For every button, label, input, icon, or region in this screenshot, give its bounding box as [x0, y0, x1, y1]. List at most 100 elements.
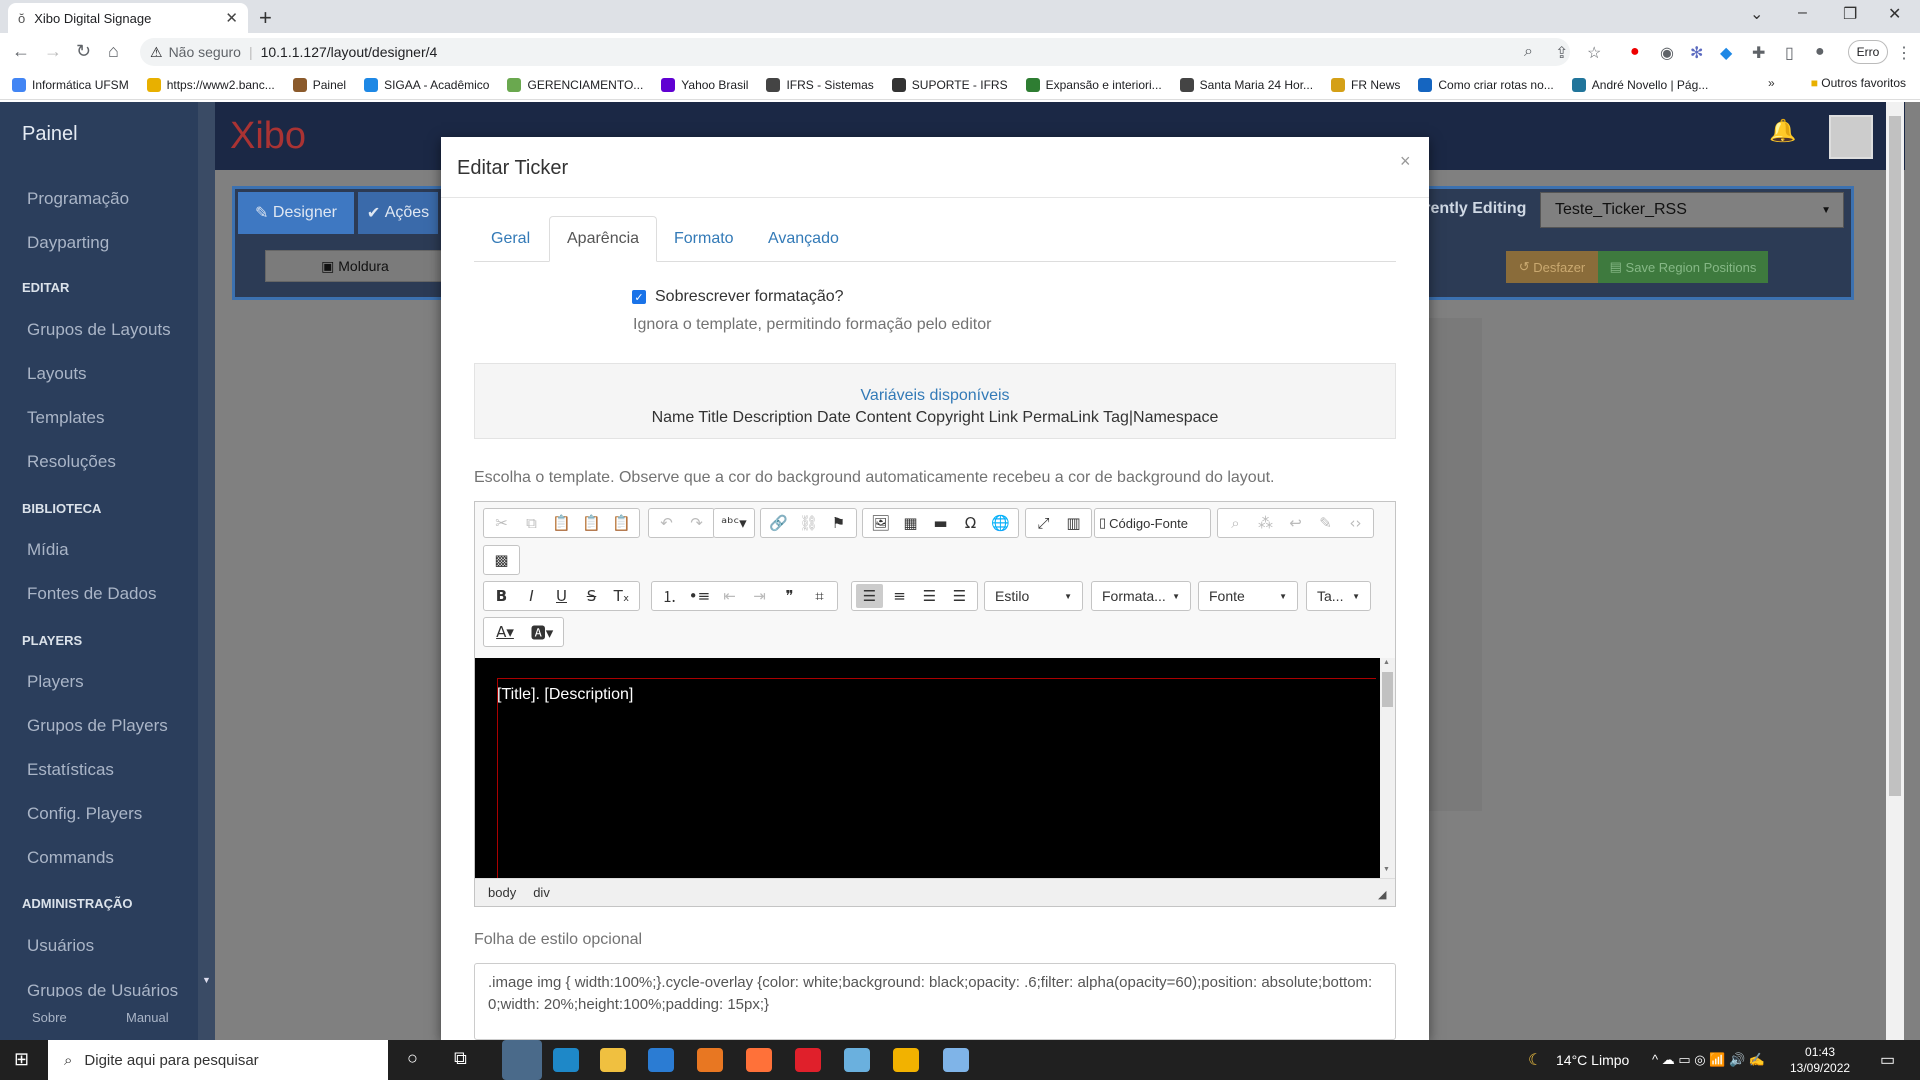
maximize-icon[interactable]: ⤢ [1030, 511, 1057, 535]
bookmark-item[interactable]: Como criar rotas no... [1418, 77, 1554, 92]
bullet-list-icon[interactable]: •≡ [686, 584, 713, 608]
bookmark-item[interactable]: SIGAA - Acadêmico [364, 77, 489, 92]
new-tab-icon[interactable]: + [259, 5, 272, 31]
paste-icon[interactable]: 📋 [548, 511, 575, 535]
scroll-down-icon[interactable]: ▼ [1383, 866, 1390, 873]
taskbar-search[interactable]: ⌕ Digite aqui para pesquisar [48, 1040, 388, 1080]
virtualbox-taskbar-icon[interactable] [844, 1048, 870, 1072]
bookmark-item[interactable]: Painel [292, 77, 346, 92]
cortana-icon[interactable]: ○ [407, 1048, 418, 1069]
layout-select[interactable]: Teste_Ticker_RSS ▼ [1540, 192, 1844, 228]
media-taskbar-icon[interactable] [697, 1048, 723, 1072]
firefox-taskbar-icon[interactable] [746, 1048, 772, 1072]
close-tab-icon[interactable]: ✕ [225, 9, 238, 27]
store-taskbar-icon[interactable] [648, 1048, 674, 1072]
tab-geral[interactable]: Geral [474, 216, 547, 262]
bookmark-item[interactable]: Yahoo Brasil [661, 77, 748, 92]
sidebar-item[interactable]: Mídia [27, 540, 69, 560]
align-center-icon[interactable]: ≡ [886, 584, 913, 608]
user-avatar[interactable] [1829, 115, 1873, 159]
editor-content-text[interactable]: [Title]. [Description] [497, 686, 633, 704]
bookmark-item[interactable]: FR News [1331, 77, 1400, 92]
div-container-icon[interactable]: ⌗ [806, 584, 833, 608]
bookmark-item[interactable]: Santa Maria 24 Hor... [1179, 77, 1313, 92]
align-left-icon[interactable]: ☰ [856, 584, 883, 608]
align-right-icon[interactable]: ☰ [916, 584, 943, 608]
format-combo[interactable]: Formata... ▼ [1091, 581, 1191, 611]
sidebar-item[interactable]: Usuários [27, 936, 94, 956]
sidebar-item[interactable]: Programação [27, 189, 129, 209]
edge-taskbar-icon[interactable] [553, 1048, 579, 1072]
opera-extension-icon[interactable]: ● [1630, 43, 1640, 61]
sidebar-item[interactable]: Players [27, 672, 84, 692]
bookmark-item[interactable]: Expansão e interiori... [1025, 77, 1162, 92]
underline-icon[interactable]: U [548, 584, 575, 608]
more-bookmarks-icon[interactable]: » [1768, 76, 1775, 90]
remove-format-alt-icon[interactable]: ↩ [1282, 511, 1309, 535]
bookmark-item[interactable]: André Novello | Pág... [1571, 77, 1708, 92]
notepad-taskbar-icon[interactable] [943, 1048, 969, 1072]
other-favorites[interactable]: ■ Outros favoritos [1811, 76, 1906, 90]
tab-search-icon[interactable]: ⌄ [1750, 4, 1763, 24]
sidebar-item[interactable]: Grupos de Layouts [27, 320, 171, 340]
resize-handle-icon[interactable]: ◢ [1378, 888, 1386, 901]
about-link[interactable]: Sobre [32, 1010, 67, 1025]
sidebar-item[interactable]: Resoluções [27, 452, 116, 472]
style-combo[interactable]: Estilo ▼ [984, 581, 1083, 611]
override-format-checkbox[interactable]: ✓ [632, 290, 646, 304]
omnibox[interactable]: ⚠ Não seguro | 10.1.1.127/layout/designe… [140, 38, 1570, 66]
sidebar-item[interactable]: Estatísticas [27, 760, 114, 780]
cut-icon[interactable]: ✂ [488, 511, 515, 535]
bookmark-item[interactable]: IFRS - Sistemas [766, 77, 874, 92]
blockquote-icon[interactable]: ❞ [776, 584, 803, 608]
justify-icon[interactable]: ☰ [946, 584, 973, 608]
unlink-icon[interactable]: ⛓ [795, 511, 822, 535]
font-combo[interactable]: Fonte ▼ [1198, 581, 1298, 611]
tab-formato[interactable]: Formato [657, 216, 751, 262]
undo-button[interactable]: ↺ Desfazer [1506, 251, 1598, 283]
text-color-icon[interactable]: A▾ [488, 620, 522, 644]
source-button[interactable]: ▯ Código-Fonte [1094, 508, 1211, 538]
scroll-up-icon[interactable]: ▲ [1383, 659, 1390, 666]
select-all-icon[interactable]: ⁂ [1252, 511, 1279, 535]
profile-error-button[interactable]: Erro [1848, 40, 1888, 64]
save-region-positions-button[interactable]: ▤ Save Region Positions [1598, 251, 1768, 283]
path-body[interactable]: body [488, 885, 516, 900]
tab-designer[interactable]: ✎ Designer [238, 192, 354, 234]
opera-taskbar-icon[interactable] [795, 1048, 821, 1072]
image-insert-icon[interactable]: 🖼 [867, 511, 894, 535]
extension-gear-icon[interactable]: ✻ [1690, 43, 1703, 63]
paste-format-icon[interactable]: ✎ [1312, 511, 1339, 535]
sidebar-scrollbar[interactable] [198, 102, 215, 1040]
variables-title[interactable]: Variáveis disponíveis [474, 387, 1396, 405]
strike-icon[interactable]: S [578, 584, 605, 608]
taskbar-clock[interactable]: 01:43 13/09/2022 [1790, 1044, 1850, 1076]
page-scrollbar-thumb[interactable] [1889, 116, 1901, 796]
side-panel-icon[interactable]: ▯ [1785, 43, 1794, 63]
remove-format-icon[interactable]: Tₓ [608, 584, 635, 608]
bg-color-icon[interactable]: 🅰▾ [525, 620, 559, 644]
extension-mask-icon[interactable]: ◉ [1660, 43, 1674, 63]
path-div[interactable]: div [533, 885, 550, 900]
sidebar-item[interactable]: Templates [27, 408, 104, 428]
sidebar-title[interactable]: Painel [22, 123, 78, 146]
show-blocks-icon[interactable]: ▥ [1060, 511, 1087, 535]
override-format-label[interactable]: Sobrescrever formatação? [655, 288, 844, 306]
size-combo[interactable]: Ta... ▼ [1306, 581, 1371, 611]
forward-icon[interactable]: → [44, 41, 62, 62]
manual-link[interactable]: Manual [126, 1010, 169, 1025]
bookmark-item[interactable]: SUPORTE - IFRS [891, 77, 1008, 92]
anchor-icon[interactable]: ⚑ [825, 511, 852, 535]
copy-icon[interactable]: ⧉ [518, 511, 545, 535]
sidebar-item[interactable]: Commands [27, 848, 114, 868]
stylesheet-textarea[interactable]: .image img { width:100%;}.cycle-overlay … [474, 963, 1396, 1040]
app-taskbar-icon[interactable] [893, 1048, 919, 1072]
sidebar-scroll-down-icon[interactable]: ▼ [202, 975, 211, 985]
sidebar-item[interactable]: Grupos de Players [27, 716, 168, 736]
sidebar-item[interactable]: Config. Players [27, 804, 142, 824]
bookmark-item[interactable]: https://www2.banc... [146, 77, 275, 92]
menu-icon[interactable]: ⋮ [1896, 43, 1912, 63]
extensions-puzzle-icon[interactable]: ✚ [1752, 43, 1765, 63]
browser-tab[interactable]: ŏ Xibo Digital Signage ✕ [8, 3, 248, 33]
numbered-list-icon[interactable]: ⒈ [656, 584, 683, 608]
